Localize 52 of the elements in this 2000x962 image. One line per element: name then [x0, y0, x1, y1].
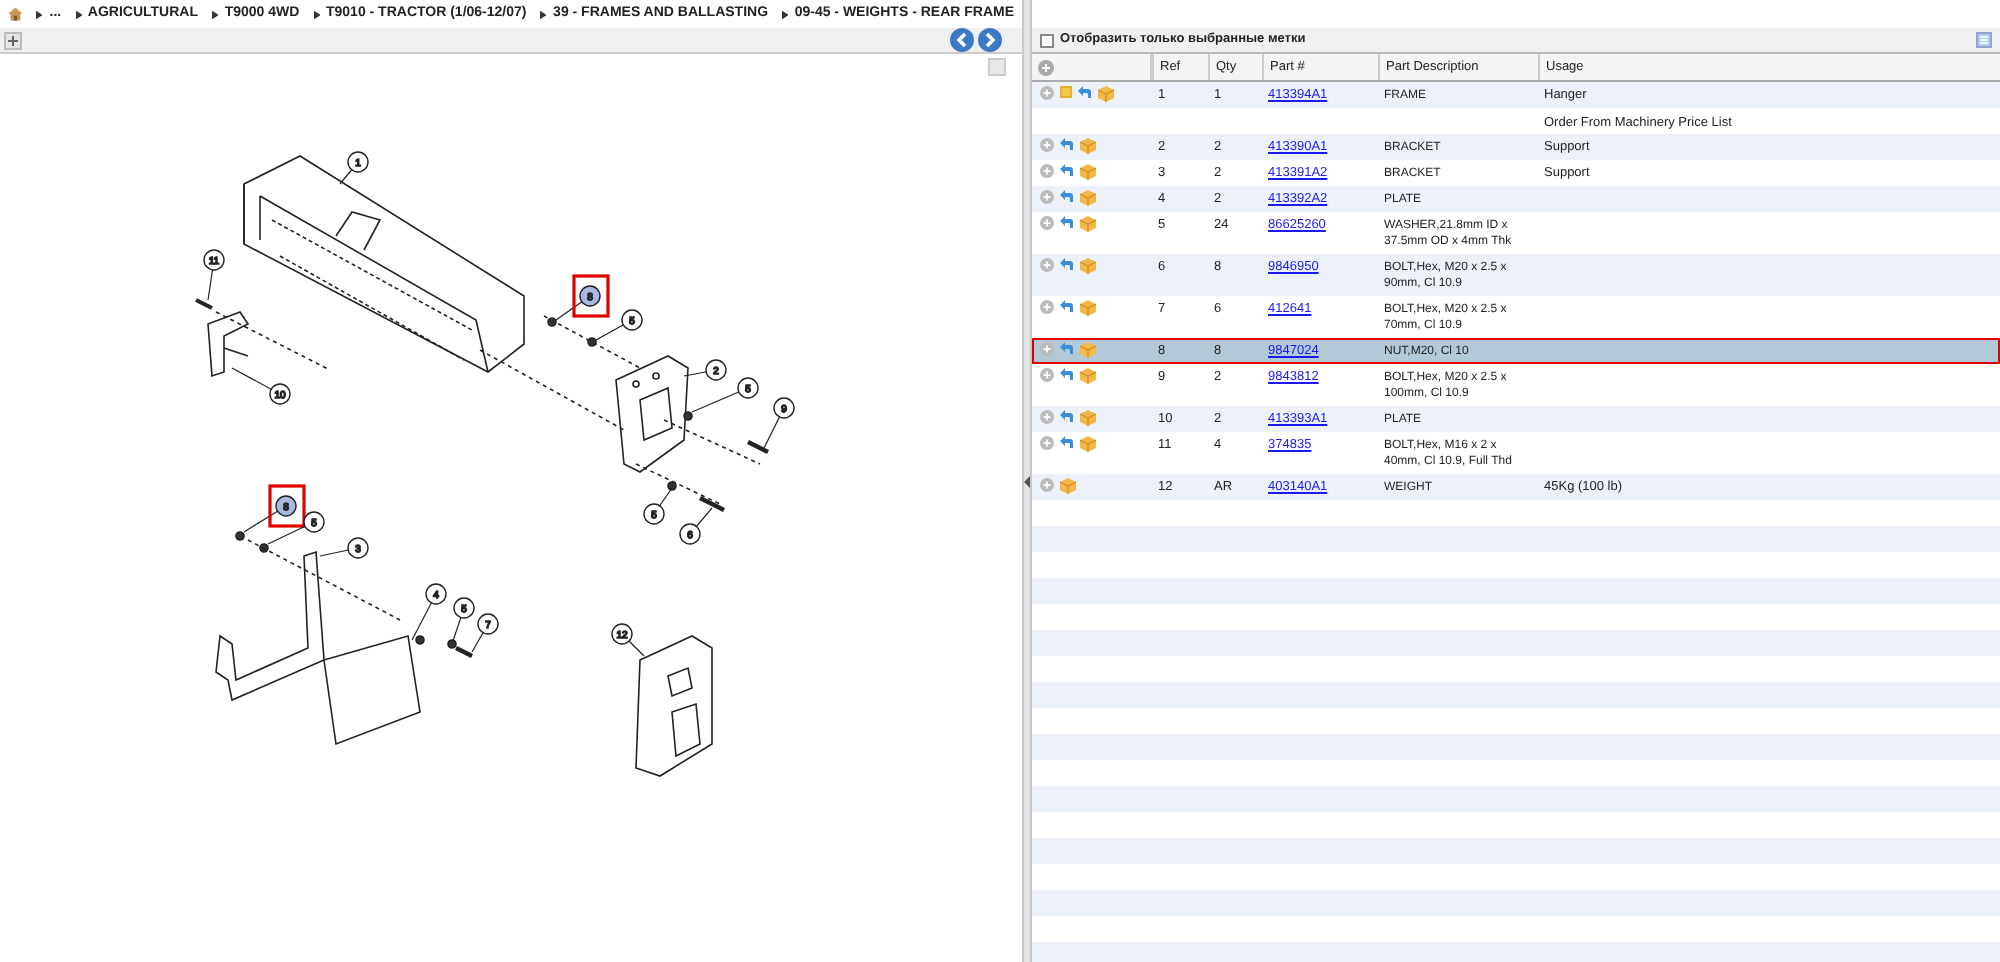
package-icon[interactable]	[1098, 86, 1114, 102]
plus-circle-icon[interactable]	[1040, 342, 1054, 356]
plus-circle-icon[interactable]	[1040, 478, 1054, 492]
triangle-icon	[36, 9, 44, 19]
plus-circle-icon[interactable]	[1040, 190, 1054, 204]
plus-circle-icon[interactable]	[1040, 410, 1054, 424]
package-icon[interactable]	[1080, 138, 1096, 154]
return-arrow-icon[interactable]	[1060, 138, 1074, 150]
return-arrow-icon[interactable]	[1060, 258, 1074, 270]
return-arrow-icon[interactable]	[1078, 86, 1092, 98]
triangle-icon	[540, 9, 548, 19]
plus-circle-icon[interactable]	[1040, 216, 1054, 230]
package-icon[interactable]	[1080, 164, 1096, 180]
back-icon[interactable]	[950, 28, 974, 52]
home-icon[interactable]	[8, 6, 23, 22]
scroll-corner	[988, 58, 1006, 76]
package-icon[interactable]	[1080, 410, 1096, 426]
plus-circle-icon[interactable]	[1040, 436, 1054, 450]
package-icon[interactable]	[1080, 190, 1096, 206]
collapse-arrow-icon[interactable]	[1024, 475, 1030, 487]
return-arrow-icon[interactable]	[1060, 216, 1074, 228]
grid-settings-icon[interactable]	[1976, 32, 1992, 48]
forward-icon[interactable]	[978, 28, 1002, 52]
triangle-icon	[313, 9, 320, 19]
return-arrow-icon[interactable]	[1060, 190, 1074, 202]
package-icon[interactable]	[1080, 258, 1096, 274]
return-arrow-icon[interactable]	[1060, 436, 1074, 448]
package-icon[interactable]	[1080, 342, 1096, 358]
package-icon[interactable]	[1080, 300, 1096, 316]
package-icon[interactable]	[1080, 368, 1096, 384]
plus-circle-icon[interactable]	[1040, 258, 1054, 272]
package-icon[interactable]	[1080, 436, 1096, 452]
expand-button[interactable]	[4, 31, 22, 49]
plus-circle-icon[interactable]	[1040, 86, 1054, 100]
triangle-icon	[75, 9, 82, 19]
triangle-icon	[782, 9, 789, 19]
return-arrow-icon[interactable]	[1060, 300, 1074, 312]
triangle-icon	[212, 9, 219, 19]
plus-circle-icon[interactable]	[1040, 300, 1054, 314]
plus-circle-icon[interactable]	[1040, 138, 1054, 152]
package-icon[interactable]	[1080, 216, 1096, 232]
return-arrow-icon[interactable]	[1060, 368, 1074, 380]
plus-icon	[8, 35, 18, 45]
package-icon[interactable]	[1060, 478, 1076, 494]
note-icon[interactable]	[1060, 86, 1072, 98]
plus-circle-icon[interactable]	[1038, 59, 1054, 75]
plus-circle-icon[interactable]	[1040, 164, 1054, 178]
plus-circle-icon[interactable]	[1040, 368, 1054, 382]
return-arrow-icon[interactable]	[1060, 342, 1074, 354]
checkbox[interactable]	[1040, 33, 1054, 47]
return-arrow-icon[interactable]	[1060, 164, 1074, 176]
return-arrow-icon[interactable]	[1060, 410, 1074, 422]
